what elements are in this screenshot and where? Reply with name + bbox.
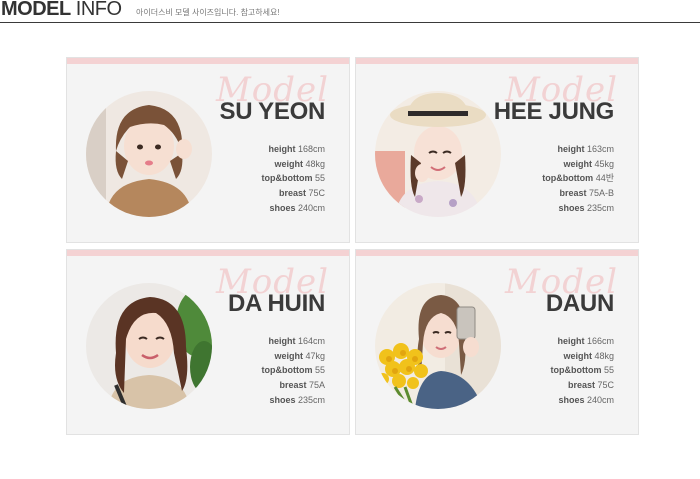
stat-height: height 163cm — [557, 144, 614, 154]
stat-topbottom: top&bottom 55 — [261, 173, 325, 184]
stat-topbottom: top&bottom 55 — [550, 365, 614, 376]
page-subtitle: 아이더스비 모델 사이즈입니다. 참고하세요! — [136, 8, 280, 17]
model-photo — [375, 283, 501, 409]
card-accent-bar — [67, 58, 349, 64]
card-accent-bar — [356, 250, 638, 256]
model-stats: height 168cm weight 48kg top&bottom 55 b… — [261, 142, 325, 216]
stat-shoes: shoes 235cm — [558, 202, 614, 213]
model-card-daun: Model DAUN height 166cm weight 48kg top&… — [355, 249, 639, 435]
stat-breast: breast 75A-B — [559, 188, 614, 199]
model-name: DA HUIN — [227, 290, 325, 317]
model-name: DAUN — [545, 290, 614, 317]
stat-height: height 164cm — [268, 336, 325, 346]
model-card-da-huin: Model DA HUIN height 164cm weight 47kg t… — [66, 249, 350, 435]
stat-height: height 168cm — [268, 144, 325, 154]
model-stats: height 166cm weight 48kg top&bottom 55 b… — [550, 334, 614, 408]
stat-shoes: shoes 240cm — [558, 394, 614, 405]
model-stats: height 164cm weight 47kg top&bottom 55 b… — [261, 334, 325, 408]
stat-weight: weight 45kg — [563, 158, 614, 169]
model-card-su-yeon: Model SU YEON height 168cm weight 48kg t… — [66, 57, 350, 243]
stat-shoes: shoes 240cm — [269, 202, 325, 213]
page-title: MODEL INFO — [1, 0, 122, 21]
stat-breast: breast 75C — [278, 188, 325, 199]
model-photo — [375, 91, 501, 217]
stat-weight: weight 48kg — [274, 158, 325, 169]
stat-topbottom: top&bottom 44반 — [542, 173, 614, 184]
model-name: HEE JUNG — [493, 98, 615, 125]
card-accent-bar — [356, 58, 638, 64]
stat-shoes: shoes 235cm — [269, 394, 325, 405]
stat-height: height 166cm — [557, 336, 614, 346]
stat-weight: weight 47kg — [274, 350, 325, 361]
stat-topbottom: top&bottom 55 — [261, 365, 325, 376]
stat-breast: breast 75C — [567, 380, 614, 391]
page-title-bold: MODEL — [1, 0, 71, 20]
model-stats: height 163cm weight 45kg top&bottom 44반 … — [542, 142, 614, 216]
card-accent-bar — [67, 250, 349, 256]
model-name: SU YEON — [219, 98, 326, 125]
model-card-hee-jung: Model HEE JUNG height 163cm weight 45kg … — [355, 57, 639, 243]
model-photo — [86, 283, 212, 409]
stat-breast: breast 75A — [279, 380, 325, 391]
stat-weight: weight 48kg — [563, 350, 614, 361]
page-title-light: INFO — [75, 0, 122, 20]
page-header: MODEL INFO 아이더스비 모델 사이즈입니다. 참고하세요! — [0, 0, 700, 23]
model-photo — [86, 91, 212, 217]
